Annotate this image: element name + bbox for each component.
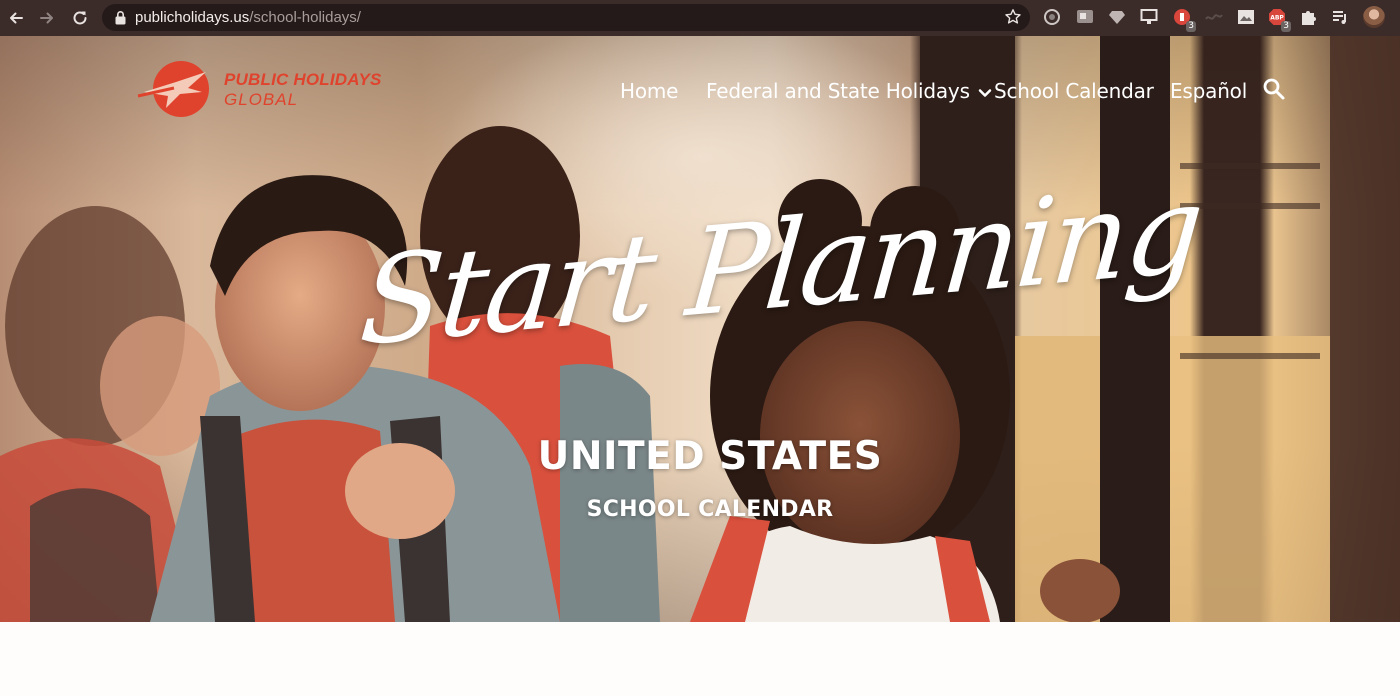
lock-icon — [115, 11, 126, 25]
monitor-extension-icon[interactable] — [1140, 8, 1158, 26]
nav-federal-label: Federal and State Holidays — [706, 79, 970, 103]
page-content-area — [0, 622, 1400, 696]
nav-home[interactable]: Home — [620, 79, 678, 103]
search-icon[interactable] — [1262, 77, 1286, 101]
url-text: publicholidays.us/school-holidays/ — [135, 9, 361, 26]
url-path: /school-holidays/ — [249, 9, 361, 26]
nav-school-calendar[interactable]: School Calendar — [994, 79, 1154, 103]
media-queue-icon[interactable] — [1331, 8, 1349, 26]
main-navigation: Home Federal and State Holidays School C… — [0, 79, 1400, 109]
back-icon[interactable] — [4, 6, 28, 30]
hero-banner: PUBLIC HOLIDAYS GLOBAL Home Federal and … — [0, 36, 1400, 622]
address-bar[interactable]: publicholidays.us/school-holidays/ — [102, 4, 1030, 31]
reload-icon[interactable] — [68, 6, 92, 30]
hero-subtitle: SCHOOL CALENDAR — [586, 497, 834, 522]
adblock-extension-icon[interactable]: ABP 3 — [1268, 8, 1291, 32]
diamond-extension-icon[interactable] — [1108, 8, 1126, 26]
nav-federal-state-holidays[interactable]: Federal and State Holidays — [706, 79, 992, 103]
browser-toolbar: publicholidays.us/school-holidays/ 3 ABP… — [0, 0, 1400, 36]
screenshot-extension-icon[interactable] — [1237, 8, 1255, 26]
forward-icon[interactable] — [35, 6, 59, 30]
extension-badge: 3 — [1186, 21, 1196, 32]
bookmark-star-icon[interactable] — [1004, 8, 1022, 26]
chevron-down-icon — [978, 88, 992, 97]
hero-title: UNITED STATES — [537, 434, 883, 479]
circle-extension-icon[interactable] — [1043, 8, 1061, 26]
red-badge-extension-icon[interactable]: 3 — [1173, 8, 1196, 32]
nav-espanol[interactable]: Español — [1170, 79, 1247, 103]
translate-extension-icon[interactable] — [1076, 8, 1094, 26]
wave-extension-icon[interactable] — [1205, 8, 1223, 26]
url-domain: publicholidays.us — [135, 9, 250, 26]
profile-avatar[interactable] — [1363, 6, 1385, 28]
puzzle-extensions-icon[interactable] — [1299, 8, 1317, 26]
extension-badge: 3 — [1281, 21, 1291, 32]
